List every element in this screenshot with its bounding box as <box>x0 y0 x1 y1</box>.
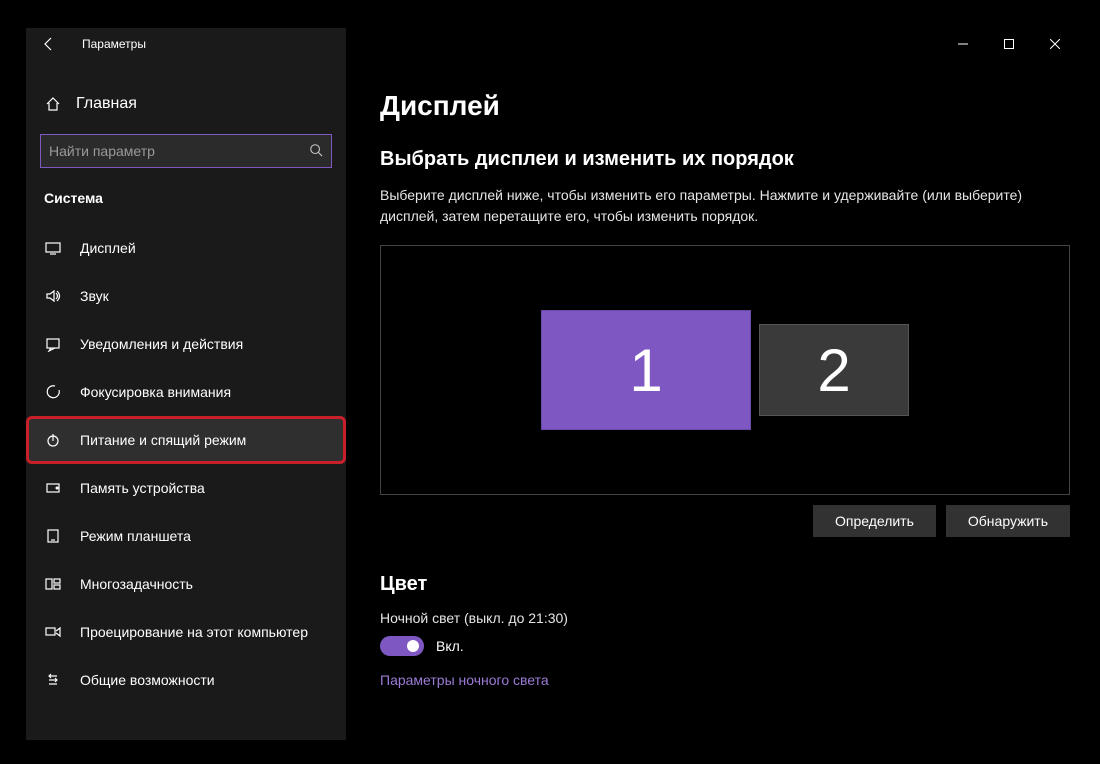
monitor-2[interactable]: 2 <box>759 324 909 416</box>
notifications-icon <box>44 336 62 352</box>
search-icon <box>309 143 323 160</box>
settings-window: Параметры Главная Система <box>26 28 1078 740</box>
sidebar-item-display[interactable]: Дисплей <box>26 224 346 272</box>
sidebar-item-label: Память устройства <box>80 480 205 496</box>
titlebar: Параметры <box>26 28 1078 60</box>
shared-icon <box>44 672 62 688</box>
sidebar: Главная Система Дисплей Звук Уведомления… <box>26 28 346 740</box>
nav-list: Дисплей Звук Уведомления и действия Фоку… <box>26 224 346 740</box>
sidebar-item-tablet[interactable]: Режим планшета <box>26 512 346 560</box>
sidebar-item-label: Режим планшета <box>80 528 191 544</box>
detect-button[interactable]: Обнаружить <box>946 505 1070 537</box>
sidebar-item-label: Питание и спящий режим <box>80 432 246 448</box>
project-icon <box>44 624 62 640</box>
night-light-label: Ночной свет (выкл. до 21:30) <box>380 610 1044 626</box>
back-button[interactable] <box>26 28 72 60</box>
search-input[interactable] <box>49 143 309 159</box>
sound-icon <box>44 288 62 304</box>
sidebar-item-sound[interactable]: Звук <box>26 272 346 320</box>
sidebar-item-label: Звук <box>80 288 109 304</box>
search-box[interactable] <box>40 134 332 168</box>
sidebar-item-multitask[interactable]: Многозадачность <box>26 560 346 608</box>
toggle-state-label: Вкл. <box>436 638 464 654</box>
sidebar-item-notifications[interactable]: Уведомления и действия <box>26 320 346 368</box>
sidebar-item-label: Уведомления и действия <box>80 336 243 352</box>
sidebar-item-storage[interactable]: Память устройства <box>26 464 346 512</box>
home-label: Главная <box>76 95 137 113</box>
sidebar-item-label: Проецирование на этот компьютер <box>80 624 308 640</box>
display-arrangement[interactable]: 1 2 <box>380 245 1070 495</box>
display-icon <box>44 240 62 256</box>
home-nav[interactable]: Главная <box>26 84 346 124</box>
sidebar-item-label: Общие возможности <box>80 672 215 688</box>
home-icon <box>44 96 62 112</box>
window-controls <box>940 28 1078 60</box>
category-label: Система <box>26 180 346 224</box>
power-icon <box>44 432 62 448</box>
window-title: Параметры <box>72 37 146 51</box>
identify-button[interactable]: Определить <box>813 505 936 537</box>
focus-icon <box>44 384 62 400</box>
sidebar-item-power[interactable]: Питание и спящий режим <box>26 416 346 464</box>
monitor-label: 2 <box>817 336 850 405</box>
minimize-button[interactable] <box>940 28 986 60</box>
maximize-button[interactable] <box>986 28 1032 60</box>
multitask-icon <box>44 576 62 592</box>
sidebar-item-focus[interactable]: Фокусировка внимания <box>26 368 346 416</box>
storage-icon <box>44 480 62 496</box>
sidebar-item-label: Многозадачность <box>80 576 193 592</box>
close-button[interactable] <box>1032 28 1078 60</box>
monitor-1[interactable]: 1 <box>541 310 751 430</box>
sidebar-item-label: Дисплей <box>80 240 136 256</box>
night-light-settings-link[interactable]: Параметры ночного света <box>380 672 1044 688</box>
page-title: Дисплей <box>380 90 1044 122</box>
section-arrange-desc: Выберите дисплей ниже, чтобы изменить ег… <box>380 185 1044 227</box>
section-color-title: Цвет <box>380 573 1044 596</box>
night-light-toggle[interactable] <box>380 636 424 656</box>
tablet-icon <box>44 528 62 544</box>
sidebar-item-project[interactable]: Проецирование на этот компьютер <box>26 608 346 656</box>
section-arrange-title: Выбрать дисплеи и изменить их порядок <box>380 148 1044 171</box>
night-light-toggle-row: Вкл. <box>380 636 1044 656</box>
sidebar-item-label: Фокусировка внимания <box>80 384 231 400</box>
toggle-knob <box>407 640 419 652</box>
monitor-label: 1 <box>629 336 662 405</box>
display-buttons: Определить Обнаружить <box>380 505 1070 537</box>
sidebar-item-shared[interactable]: Общие возможности <box>26 656 346 704</box>
content-area: Дисплей Выбрать дисплеи и изменить их по… <box>346 28 1078 740</box>
